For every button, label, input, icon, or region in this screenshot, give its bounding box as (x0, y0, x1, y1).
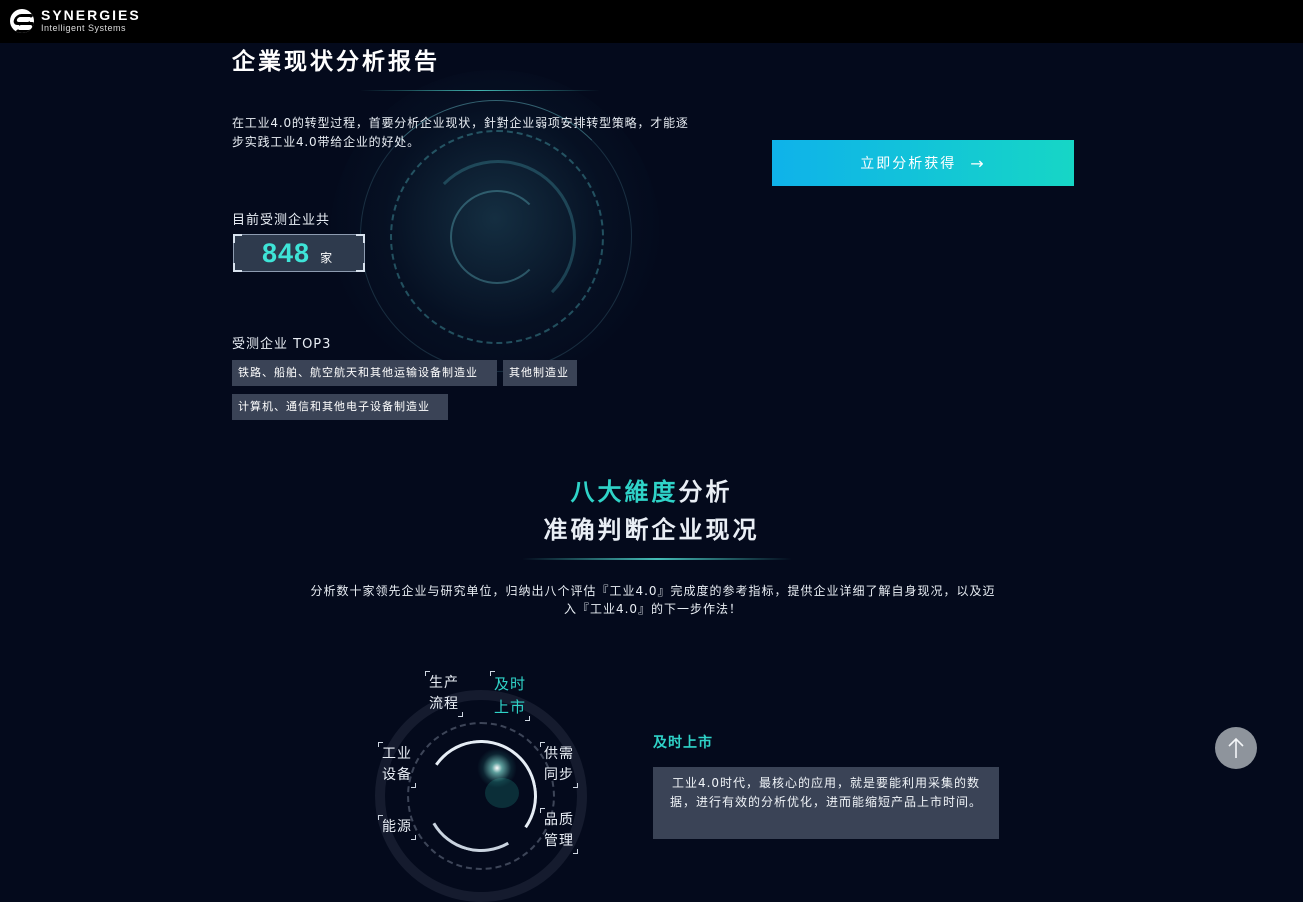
top3-label: 受测企业 TOP3 (232, 337, 332, 352)
tested-count-unit: 家 (320, 250, 333, 265)
dimensions-title: 八大維度分析 (0, 472, 1303, 507)
dimensions-title-rest: 分析 (678, 478, 733, 506)
dimensions-divider (522, 558, 792, 560)
synergies-logo-icon (10, 8, 34, 33)
top-navigation-bar: SYNERGIES Intelligent Systems (0, 0, 1303, 43)
top3-tag: 计算机、通信和其他电子设备制造业 (232, 394, 448, 420)
report-intro: 在工业4.0的转型过程，首要分析企业现状，針對企业弱项安排转型策略，才能逐步实践… (232, 116, 689, 149)
dimension-time-to-market[interactable]: 及时 上市 (490, 671, 531, 721)
analyze-now-button[interactable]: 立即分析获得 → (772, 140, 1074, 186)
dimension-detail-text: 工业4.0时代，最核心的应用，就是要能利用采集的数据，进行有效的分析优化，进而能… (653, 767, 999, 839)
report-title: 企業现状分析报告 (232, 49, 440, 75)
brand-tagline: Intelligent Systems (41, 23, 127, 33)
tested-count-label: 目前受测企业共 (232, 213, 331, 228)
top3-tag: 其他制造业 (503, 360, 577, 386)
dimension-detail-title: 及时上市 (653, 735, 713, 751)
dimensions-title-accent: 八大維度 (570, 478, 679, 506)
dimensions-description: 分析数十家领先企业与研究单位，归纳出八个评估『工业4.0』完成度的参考指标，提供… (310, 584, 996, 616)
dimension-production-process[interactable]: 生产 流程 (425, 671, 463, 717)
cta-label: 立即分析获得 (860, 156, 957, 172)
arrow-up-icon (1228, 737, 1244, 758)
arrow-right-icon: → (970, 153, 986, 173)
brand-name: SYNERGIES (41, 7, 141, 23)
tested-count-box: 848 家 (233, 234, 365, 272)
brand-logo[interactable]: SYNERGIES Intelligent Systems (10, 8, 141, 33)
dimension-quality-management[interactable]: 品质 管理 (540, 808, 578, 854)
dimensions-subtitle: 准确判断企业现况 (543, 516, 760, 544)
wheel-glow-marker (477, 748, 517, 788)
tested-count-value: 848 (262, 237, 311, 268)
dimension-wheel (375, 690, 587, 902)
back-to-top-button[interactable] (1215, 727, 1257, 769)
dimension-industrial-equipment[interactable]: 工业 设备 (378, 742, 416, 788)
title-divider (360, 90, 600, 91)
dimension-supply-demand-sync[interactable]: 供需 同步 (540, 742, 578, 788)
dimension-energy[interactable]: 能源 (378, 815, 416, 840)
top3-tag: 铁路、船舶、航空航天和其他运输设备制造业 (232, 360, 497, 386)
